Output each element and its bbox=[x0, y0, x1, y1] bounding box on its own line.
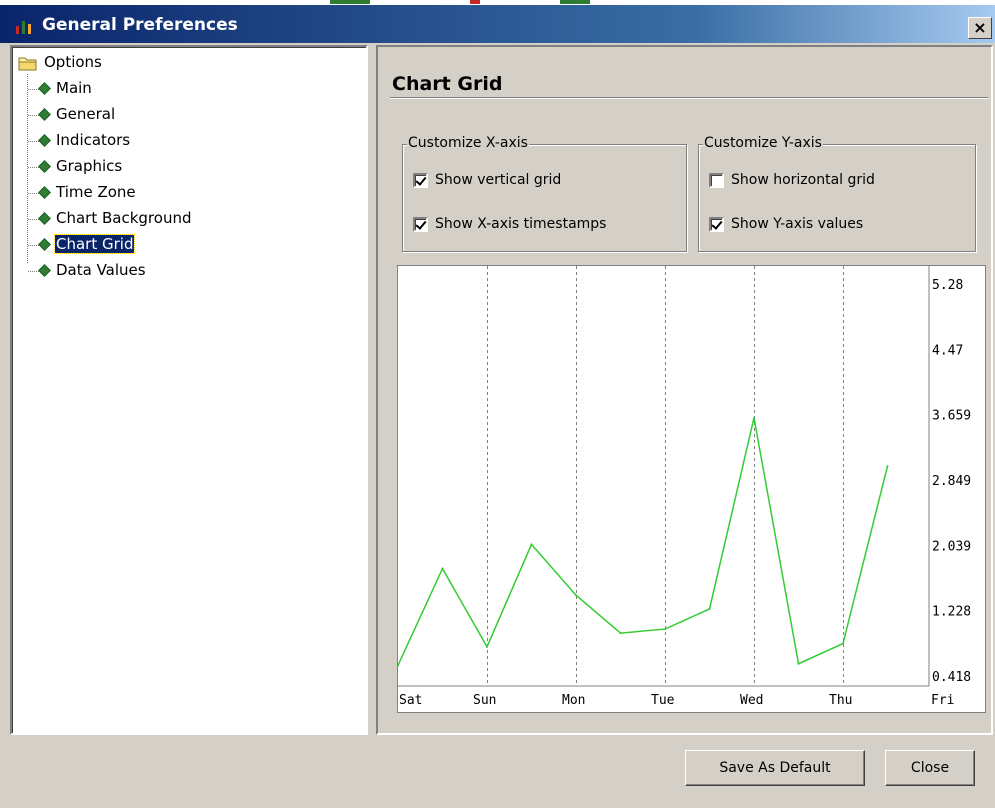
close-button[interactable]: Close bbox=[885, 750, 975, 786]
data-point bbox=[753, 416, 755, 419]
diamond-icon bbox=[38, 212, 51, 225]
tree-item-graphics[interactable]: Graphics bbox=[28, 155, 358, 179]
diamond-icon bbox=[38, 238, 51, 251]
diamond-icon bbox=[38, 108, 51, 121]
diamond-icon bbox=[38, 134, 51, 147]
tree-item-label: Graphics bbox=[56, 157, 123, 175]
y-tick-label: 0.418 bbox=[932, 670, 971, 685]
options-tree[interactable]: Options Main General Indicators Graphics… bbox=[10, 45, 368, 735]
window-title: General Preferences bbox=[42, 15, 238, 35]
app-chart-icon bbox=[16, 21, 31, 34]
data-point bbox=[842, 642, 844, 645]
y-tick-label: 2.849 bbox=[932, 474, 971, 489]
y-tick-label: 4.47 bbox=[932, 343, 963, 358]
x-tick-label: Thu bbox=[829, 693, 852, 708]
y-tick-label: 1.228 bbox=[932, 605, 971, 620]
data-point bbox=[530, 543, 533, 546]
save-as-default-button[interactable]: Save As Default bbox=[685, 750, 865, 786]
diamond-icon bbox=[38, 82, 51, 95]
tree-item-chart-background[interactable]: Chart Background bbox=[28, 207, 358, 231]
show-x-timestamps-checkbox[interactable] bbox=[413, 217, 428, 232]
show-y-values-checkbox[interactable] bbox=[709, 217, 724, 232]
data-point bbox=[797, 662, 800, 665]
y-axis-group-legend: Customize Y-axis bbox=[703, 135, 823, 151]
show-horizontal-grid-checkbox[interactable] bbox=[709, 173, 724, 188]
checkbox-label: Show horizontal grid bbox=[731, 172, 875, 188]
tree-item-label: Chart Grid bbox=[53, 234, 136, 254]
tree-item-label: Main bbox=[56, 79, 92, 97]
line-chart: Sat Sun Mon Tue Wed Thu Fri 5.28 4.47 3.659 2.849 2… bbox=[398, 266, 971, 708]
panel-splitter[interactable] bbox=[368, 45, 376, 735]
y-tick-label: 3.659 bbox=[932, 409, 971, 424]
x-axis-group-legend: Customize X-axis bbox=[407, 135, 529, 151]
y-axis-groupbox: Customize Y-axis Show horizontal grid Sh… bbox=[698, 135, 976, 252]
checkbox-label: Show X-axis timestamps bbox=[435, 216, 607, 232]
tree-item-label: Time Zone bbox=[56, 183, 136, 201]
checkbox-label: Show vertical grid bbox=[435, 172, 562, 188]
tree-item-main[interactable]: Main bbox=[28, 77, 358, 101]
close-icon[interactable]: × bbox=[968, 17, 992, 39]
tree-root-label: Options bbox=[44, 53, 102, 71]
x-axis-groupbox: Customize X-axis Show vertical grid Show… bbox=[402, 135, 687, 252]
y-tick-label: 2.039 bbox=[932, 539, 971, 554]
x-tick-label: Fri bbox=[931, 693, 954, 708]
x-tick-label: Tue bbox=[651, 693, 675, 708]
settings-panel: Chart Grid Customize X-axis Show vertica… bbox=[376, 45, 993, 735]
x-tick-label: Wed bbox=[740, 693, 763, 708]
x-tick-label: Mon bbox=[562, 693, 585, 708]
data-point bbox=[708, 607, 711, 610]
x-tick-label: Sat bbox=[399, 693, 422, 708]
diamond-icon bbox=[38, 186, 51, 199]
x-tick-label: Sun bbox=[473, 693, 496, 708]
title-bar[interactable]: General Preferences × bbox=[0, 5, 995, 43]
data-point bbox=[575, 594, 577, 597]
tree-item-indicators[interactable]: Indicators bbox=[28, 129, 358, 153]
title-divider bbox=[390, 97, 988, 99]
tree-item-chart-grid[interactable]: Chart Grid bbox=[28, 233, 358, 257]
data-point bbox=[441, 567, 444, 570]
page-title: Chart Grid bbox=[392, 73, 503, 95]
show-vertical-grid-checkbox[interactable] bbox=[413, 173, 428, 188]
data-point bbox=[664, 628, 666, 631]
tree-item-time-zone[interactable]: Time Zone bbox=[28, 181, 358, 205]
tree-item-label: Indicators bbox=[56, 131, 131, 149]
data-point bbox=[619, 632, 622, 635]
tree-item-data-values[interactable]: Data Values bbox=[28, 259, 358, 283]
tree-item-general[interactable]: General bbox=[28, 103, 358, 127]
tree-item-label: Chart Background bbox=[56, 209, 192, 227]
tree-item-label: Data Values bbox=[56, 261, 146, 279]
data-series-line bbox=[398, 417, 889, 666]
diamond-icon bbox=[38, 160, 51, 173]
diamond-icon bbox=[38, 264, 51, 277]
tree-item-label: General bbox=[56, 105, 116, 123]
folder-icon bbox=[18, 57, 37, 71]
data-point bbox=[886, 465, 889, 468]
checkbox-label: Show Y-axis values bbox=[731, 216, 864, 232]
y-tick-label: 5.28 bbox=[932, 278, 963, 293]
data-point bbox=[486, 645, 488, 648]
chart-preview: Sat Sun Mon Tue Wed Thu Fri 5.28 4.47 3.659 2.849 2… bbox=[397, 265, 986, 713]
